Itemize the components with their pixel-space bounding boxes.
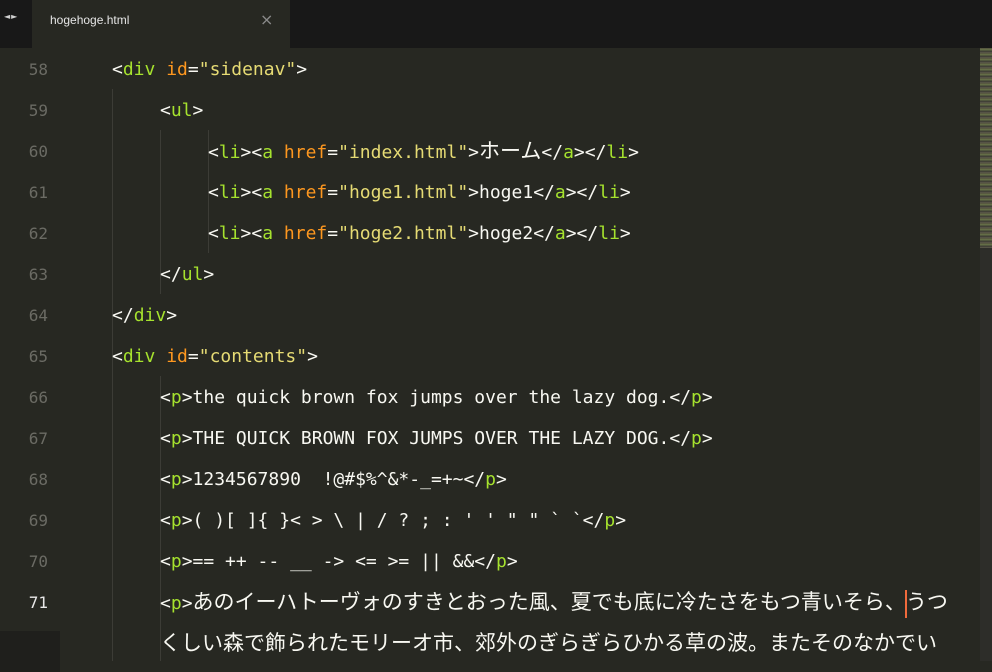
line-number: 59 [28, 101, 48, 120]
code-line: <div id="contents"> [112, 346, 318, 367]
line-number: 68 [28, 470, 48, 489]
code-line: <p>the quick brown fox jumps over the la… [160, 387, 713, 408]
code-line: <p>1234567890 !@#$%^&*-_=+~</p> [160, 469, 507, 490]
tab-hogehoge-html[interactable]: hogehoge.html × [32, 0, 290, 48]
code-line: </div> [112, 305, 178, 326]
code-line-current: <p>あのイーハトーヴォのすきとおった風、夏でも底に冷たさをもつ青いそら、うつ [160, 582, 948, 623]
line-number: 69 [28, 511, 48, 530]
code-line: <li><a href="hoge1.html">hoge1</a></li> [208, 182, 631, 203]
close-icon[interactable]: × [260, 10, 273, 29]
code-line: <p>== ++ -- __ -> <= >= || &&</p> [160, 551, 518, 572]
code-editor[interactable]: <div id="sidenav"> <ul> <li><a href="ind… [60, 48, 980, 661]
line-number: 67 [28, 429, 48, 448]
tab-bar: ◄► hogehoge.html × [0, 0, 992, 48]
tab-label: hogehoge.html [50, 13, 130, 27]
line-number: 58 [28, 60, 48, 79]
code-line: </ul> [160, 264, 215, 285]
code-line: <li><a href="index.html">ホーム</a></li> [208, 139, 639, 163]
line-number: 61 [28, 183, 48, 202]
minimap[interactable] [980, 48, 992, 248]
current-line-gutter-highlight [0, 631, 60, 672]
line-number: 70 [28, 552, 48, 571]
code-line: <li><a href="hoge2.html">hoge2</a></li> [208, 223, 631, 244]
code-line-wrap: くしい森で飾られたモリーオ市、郊外のぎらぎらひかる草の波。またそのなかでい [160, 631, 937, 655]
line-number: 66 [28, 388, 48, 407]
code-line: <ul> [160, 100, 204, 121]
line-number-current: 71 [28, 593, 48, 612]
tab-scroll-arrows-icon[interactable]: ◄► [4, 12, 18, 21]
line-number: 62 [28, 224, 48, 243]
line-number: 63 [28, 265, 48, 284]
line-number-gutter: 58 59 60 61 62 63 64 65 66 67 68 69 70 7… [0, 48, 60, 672]
scrollbar-track[interactable] [980, 248, 992, 661]
code-line: <p>THE QUICK BROWN FOX JUMPS OVER THE LA… [160, 428, 713, 449]
code-line: <p>( )[ ]{ }< > \ | / ? ; : ' ' " " ` `<… [160, 510, 627, 531]
line-number: 60 [28, 142, 48, 161]
line-number: 65 [28, 347, 48, 366]
line-number: 64 [28, 306, 48, 325]
code-line: <div id="sidenav"> [112, 59, 308, 80]
